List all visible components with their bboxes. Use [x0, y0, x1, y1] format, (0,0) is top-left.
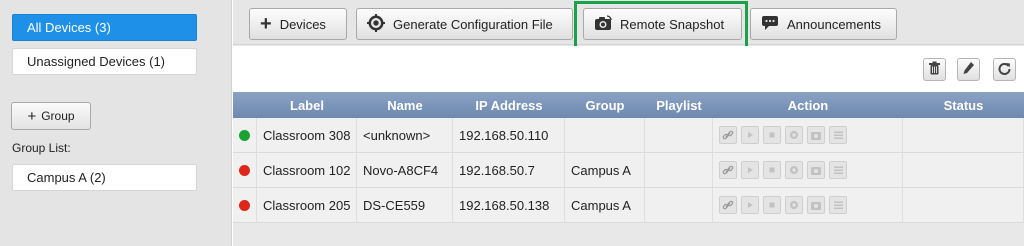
toolbar: + Devices Generate Configuration File Re… — [233, 0, 1024, 45]
cell-group: Campus A — [565, 153, 645, 187]
devices-table: Label Name IP Address Group Playlist Act… — [233, 92, 1024, 223]
announcements-label: Announcements — [787, 16, 881, 32]
refresh-icon — [998, 62, 1011, 78]
sidebar-item-all-devices[interactable]: All Devices (3) — [12, 14, 197, 41]
settings-icon[interactable] — [785, 126, 803, 144]
cell-label: Classroom 308 — [257, 118, 357, 152]
main-panel: + Devices Generate Configuration File Re… — [233, 0, 1024, 246]
cell-actions — [713, 153, 903, 187]
group-item-campus-a[interactable]: Campus A (2) — [12, 164, 197, 191]
cell-label: Classroom 102 — [257, 153, 357, 187]
screenshot-icon[interactable] — [807, 161, 825, 179]
generate-config-button[interactable]: Generate Configuration File — [356, 8, 573, 40]
cell-ip: 192.168.50.110 — [453, 118, 565, 152]
header-action: Action — [787, 97, 829, 113]
link-icon[interactable] — [719, 161, 737, 179]
header-status-dot — [233, 92, 257, 118]
offline-status-dot — [239, 199, 250, 211]
plus-icon: + — [27, 107, 37, 125]
cell-ip: 192.168.50.138 — [453, 188, 565, 222]
trash-icon — [928, 61, 941, 78]
settings-icon[interactable] — [785, 161, 803, 179]
header-playlist[interactable]: Playlist — [645, 92, 713, 118]
settings-icon[interactable] — [785, 196, 803, 214]
generate-config-label: Generate Configuration File — [393, 16, 553, 32]
cell-playlist — [645, 153, 713, 187]
screenshot-icon[interactable] — [807, 126, 825, 144]
add-devices-button[interactable]: + Devices — [249, 8, 347, 40]
add-devices-label: Devices — [279, 16, 326, 32]
cell-group — [565, 118, 645, 152]
add-group-label: Group — [41, 109, 75, 123]
table-header: Label Name IP Address Group Playlist Act… — [233, 92, 1024, 118]
online-status-dot — [239, 129, 250, 141]
header-status[interactable]: Status — [903, 92, 1024, 118]
table-row[interactable]: Classroom 308 <unknown> 192.168.50.110 — [233, 118, 1024, 153]
add-group-button[interactable]: + Group — [11, 102, 91, 130]
details-icon[interactable] — [829, 196, 847, 214]
cell-status — [903, 118, 1024, 152]
table-footer-area — [233, 228, 1024, 246]
chat-icon — [761, 15, 779, 34]
sidebar-item-unassigned-devices[interactable]: Unassigned Devices (1) — [12, 48, 197, 75]
sidebar: All Devices (3) Unassigned Devices (1) +… — [0, 0, 232, 246]
plus-icon: + — [260, 13, 272, 35]
cell-status — [903, 188, 1024, 222]
play-icon[interactable] — [741, 196, 759, 214]
play-icon[interactable] — [741, 126, 759, 144]
edit-button[interactable] — [957, 58, 980, 81]
table-row[interactable]: Classroom 102 Novo-A8CF4 192.168.50.7 Ca… — [233, 153, 1024, 188]
camera-icon — [594, 14, 612, 34]
link-icon[interactable] — [719, 196, 737, 214]
cell-actions — [713, 118, 903, 152]
remote-snapshot-button[interactable]: Remote Snapshot — [583, 8, 742, 40]
header-group[interactable]: Group — [565, 92, 645, 118]
cell-name: DS-CE559 — [357, 188, 453, 222]
header-name[interactable]: Name — [357, 92, 453, 118]
screenshot-icon[interactable] — [807, 196, 825, 214]
cell-group: Campus A — [565, 188, 645, 222]
cell-status — [903, 153, 1024, 187]
cell-name: Novo-A8CF4 — [357, 153, 453, 187]
cell-ip: 192.168.50.7 — [453, 153, 565, 187]
group-list-label: Group List: — [12, 141, 71, 155]
announcements-button[interactable]: Announcements — [750, 8, 897, 40]
delete-button[interactable] — [923, 58, 946, 81]
stop-icon[interactable] — [763, 196, 781, 214]
remote-snapshot-label: Remote Snapshot — [620, 16, 725, 32]
cell-name: <unknown> — [357, 118, 453, 152]
offline-status-dot — [239, 164, 250, 176]
cell-playlist — [645, 188, 713, 222]
header-ip-address[interactable]: IP Address — [453, 92, 565, 118]
stop-icon[interactable] — [763, 126, 781, 144]
table-actions-bar — [233, 46, 1024, 92]
play-icon[interactable] — [741, 161, 759, 179]
details-icon[interactable] — [829, 161, 847, 179]
cell-label: Classroom 205 — [257, 188, 357, 222]
stop-icon[interactable] — [763, 161, 781, 179]
gear-icon — [367, 13, 385, 35]
details-icon[interactable] — [829, 126, 847, 144]
pencil-icon — [962, 61, 975, 78]
table-row[interactable]: Classroom 205 DS-CE559 192.168.50.138 Ca… — [233, 188, 1024, 223]
link-icon[interactable] — [719, 126, 737, 144]
cell-playlist — [645, 118, 713, 152]
cell-actions — [713, 188, 903, 222]
refresh-button[interactable] — [993, 58, 1016, 81]
header-label[interactable]: Label — [257, 92, 357, 118]
